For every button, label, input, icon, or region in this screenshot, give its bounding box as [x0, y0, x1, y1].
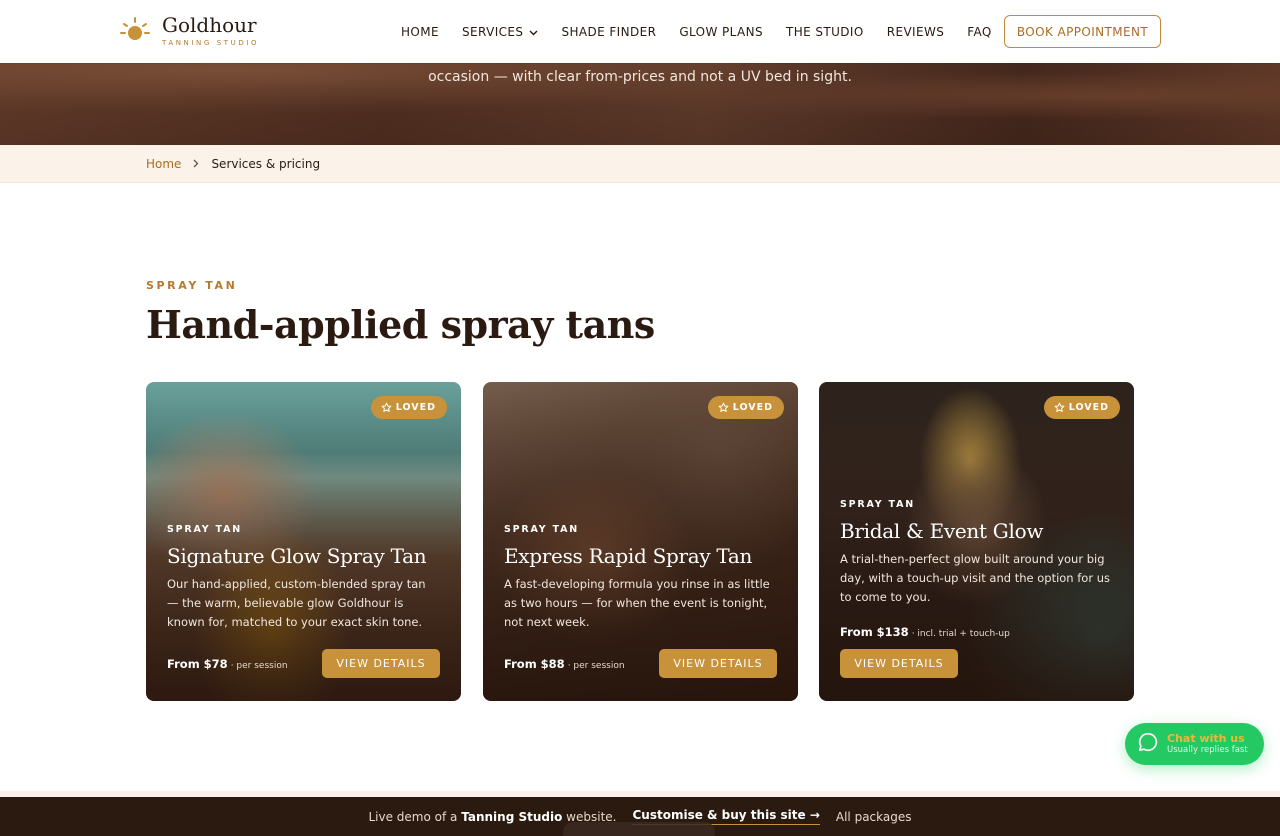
badge-label: LOVED: [395, 402, 436, 413]
nav-services[interactable]: SERVICES: [462, 25, 538, 39]
card-title: Signature Glow Spray Tan: [167, 544, 427, 568]
card-footer: From $138 · incl. trial + touch-up VIEW D…: [840, 625, 1113, 678]
card-description: A fast-developing formula you rinse in a…: [504, 577, 770, 629]
chat-subtitle: Usually replies fast: [1167, 745, 1248, 755]
brand-name: Goldhour: [162, 13, 257, 37]
breadcrumb: Home Services & pricing: [0, 145, 1280, 183]
badge-label: LOVED: [1068, 402, 1109, 413]
view-details-button[interactable]: VIEW DETAILS: [659, 649, 777, 678]
service-card-signature[interactable]: LOVED SPRAY TAN Signature Glow Spray Tan…: [146, 382, 461, 701]
price-value: From $138: [840, 625, 909, 639]
chevron-down-icon: [529, 25, 538, 39]
price-note: · per session: [230, 660, 288, 671]
loved-badge: LOVED: [370, 396, 447, 419]
card-eyebrow: SPRAY TAN: [167, 524, 242, 535]
nav-reviews[interactable]: REVIEWS: [887, 25, 945, 39]
breadcrumb-home-link[interactable]: Home: [146, 157, 181, 171]
badge-label: LOVED: [732, 402, 773, 413]
price-value: From $88: [504, 656, 565, 671]
card-title: Bridal & Event Glow: [840, 519, 1044, 543]
chat-bubble-icon: [1137, 731, 1159, 757]
site-header: Goldhour TANNING STUDIO HOME SERVICES SH…: [0, 0, 1280, 63]
card-price: From $78 · per session: [167, 657, 288, 671]
demo-bar-prefix: Live demo of a: [368, 809, 458, 824]
view-details-button[interactable]: VIEW DETAILS: [840, 649, 958, 678]
main-nav: HOME SERVICES SHADE FINDER GLOW PLANS TH…: [401, 0, 1015, 63]
hero-banner: occasion — with clear from-prices and no…: [0, 63, 1280, 145]
all-packages-link[interactable]: All packages: [836, 810, 912, 824]
card-footer: From $88 · per session VIEW DETAILS: [504, 649, 777, 678]
service-card-bridal[interactable]: LOVED SPRAY TAN Bridal & Event Glow A tr…: [819, 382, 1134, 701]
brand-tagline: TANNING STUDIO: [162, 39, 260, 47]
card-body: SPRAY TAN Bridal & Event Glow A trial-th…: [840, 499, 1113, 607]
view-details-button[interactable]: VIEW DETAILS: [322, 649, 440, 678]
loved-badge: LOVED: [1043, 396, 1120, 419]
card-eyebrow: SPRAY TAN: [840, 499, 915, 510]
section-title: Hand-applied spray tans: [146, 302, 655, 347]
card-body: SPRAY TAN Signature Glow Spray Tan Our h…: [167, 524, 440, 632]
price-value: From $78: [167, 656, 228, 671]
star-outline-icon: [718, 402, 729, 412]
hero-text: occasion — with clear from-prices and no…: [428, 69, 852, 85]
sun-icon: [120, 16, 150, 46]
nav-home[interactable]: HOME: [401, 25, 439, 39]
star-outline-icon: [1054, 402, 1065, 412]
chevron-right-icon: [193, 157, 199, 171]
demo-bar-bold: Tanning Studio: [461, 809, 563, 824]
floating-toolbar[interactable]: [563, 822, 715, 836]
service-card-express[interactable]: LOVED SPRAY TAN Express Rapid Spray Tan …: [483, 382, 798, 701]
nav-services-label: SERVICES: [462, 24, 524, 39]
nav-faq[interactable]: FAQ: [967, 25, 991, 39]
book-appointment-button[interactable]: BOOK APPOINTMENT: [1004, 15, 1161, 48]
card-eyebrow: SPRAY TAN: [504, 524, 579, 535]
nav-shade-finder[interactable]: SHADE FINDER: [561, 25, 656, 39]
price-note: · incl. trial + touch-up: [911, 629, 1010, 639]
price-note: · per session: [567, 660, 625, 671]
card-description: A trial-then-perfect glow built around y…: [840, 552, 1110, 604]
card-description: Our hand-applied, custom-blended spray t…: [167, 577, 426, 629]
chat-widget[interactable]: Chat with us Usually replies fast: [1125, 723, 1264, 765]
loved-badge: LOVED: [707, 396, 784, 419]
star-outline-icon: [381, 402, 392, 412]
chat-title: Chat with us: [1167, 732, 1245, 745]
card-title: Express Rapid Spray Tan: [504, 544, 753, 568]
brand-logo[interactable]: Goldhour TANNING STUDIO: [120, 13, 259, 48]
card-body: SPRAY TAN Express Rapid Spray Tan A fast…: [504, 524, 777, 632]
card-footer: From $78 · per session VIEW DETAILS: [167, 649, 440, 678]
nav-the-studio[interactable]: THE STUDIO: [786, 25, 864, 39]
card-price: From $88 · per session: [504, 657, 625, 671]
nav-glow-plans[interactable]: GLOW PLANS: [679, 25, 763, 39]
section-eyebrow: SPRAY TAN: [146, 279, 238, 292]
breadcrumb-current: Services & pricing: [211, 156, 321, 171]
card-price: From $138 · incl. trial + touch-up: [840, 625, 1010, 639]
